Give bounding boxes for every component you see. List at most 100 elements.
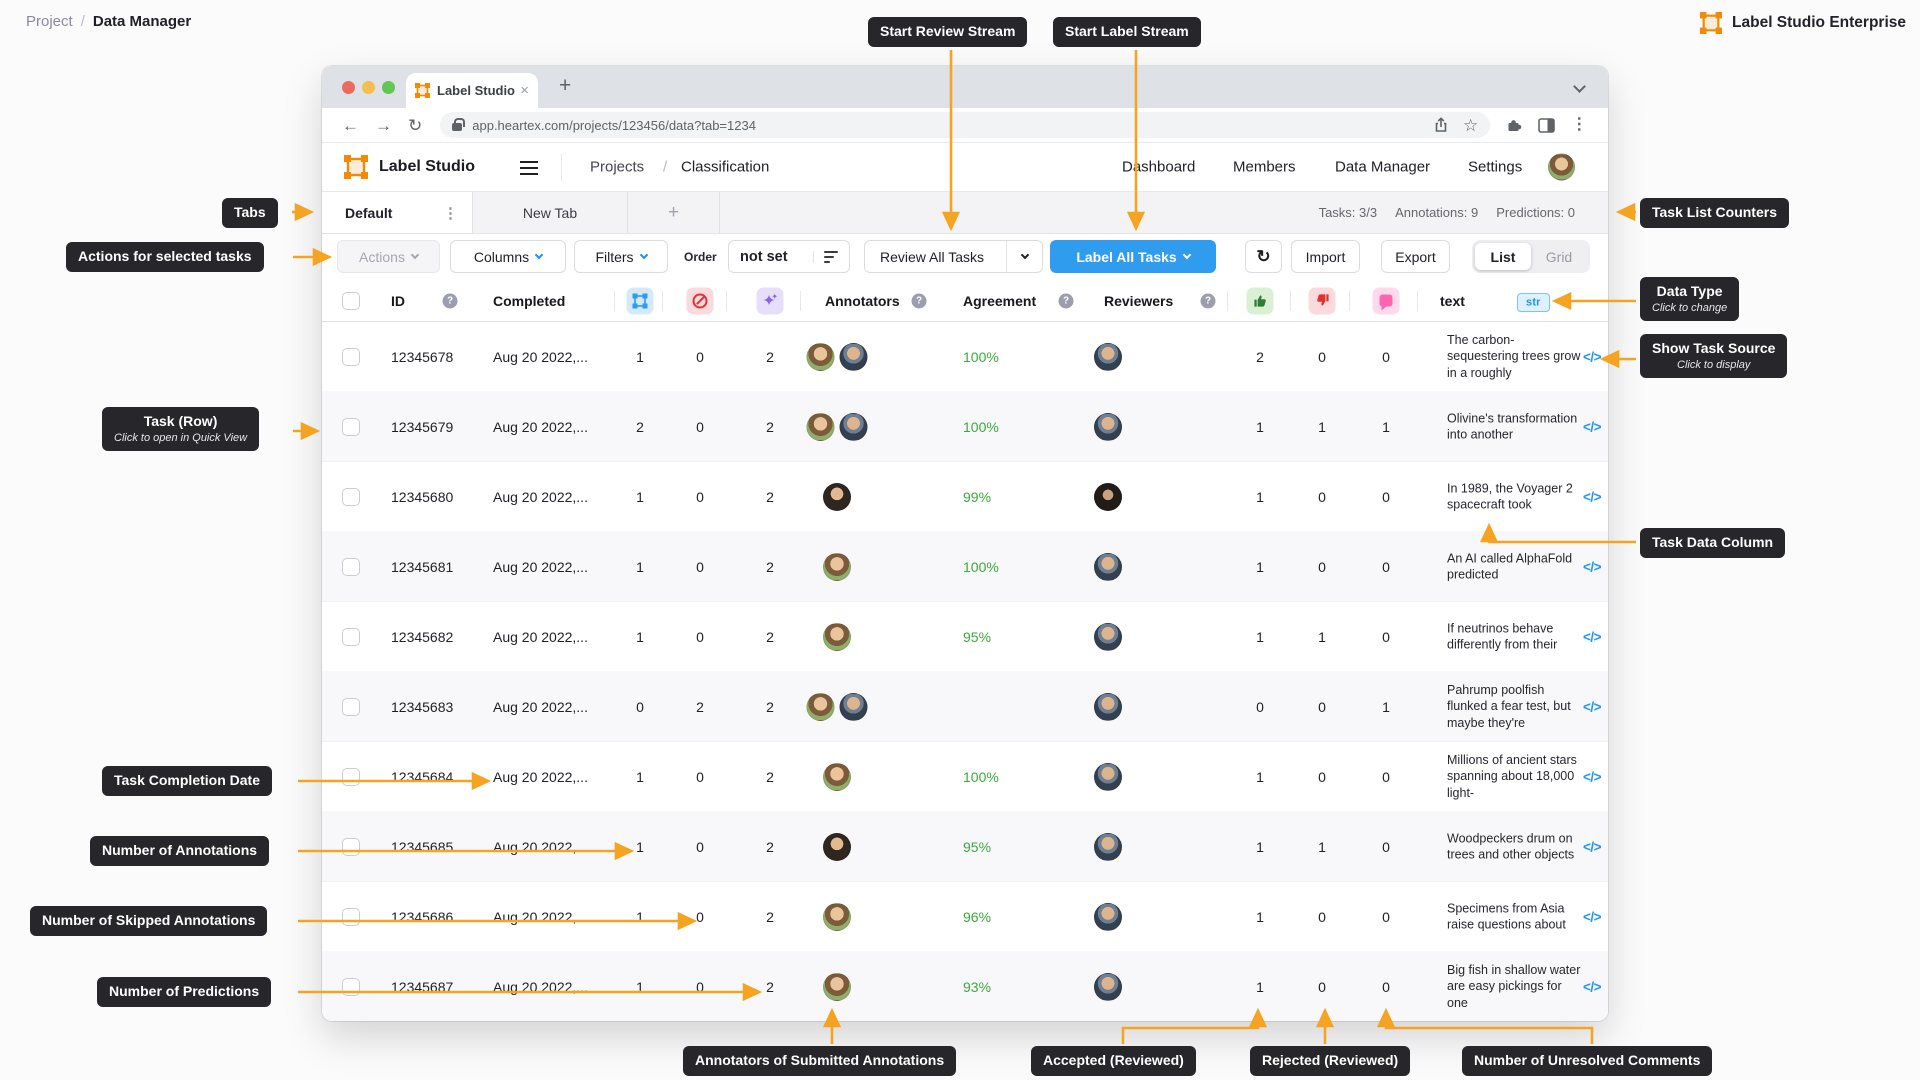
source-code-icon[interactable]: </> xyxy=(1583,699,1601,714)
table-row[interactable]: 12345681Aug 20 2022,...102100%100An AI c… xyxy=(322,532,1608,602)
row-checkbox[interactable] xyxy=(342,488,360,506)
column-agreement[interactable]: Agreement xyxy=(963,293,1036,309)
predictions-column-icon[interactable] xyxy=(757,287,784,314)
column-reviewers[interactable]: Reviewers xyxy=(1104,293,1173,309)
browser-tab[interactable]: Label Studio × xyxy=(406,73,538,108)
annotations-column-icon[interactable] xyxy=(627,287,654,314)
row-checkbox[interactable] xyxy=(342,838,360,856)
reload-icon[interactable]: ↻ xyxy=(408,117,422,134)
data-type-badge[interactable]: str xyxy=(1517,293,1550,309)
agreement-help-icon[interactable]: ? xyxy=(1059,293,1074,308)
grid-view-button[interactable]: Grid xyxy=(1531,243,1587,270)
back-icon[interactable]: ← xyxy=(342,117,359,134)
table-row[interactable]: 12345680Aug 20 2022,...10299%100In 1989,… xyxy=(322,462,1608,532)
export-button[interactable]: Export xyxy=(1381,240,1450,273)
nav-dashboard[interactable]: Dashboard xyxy=(1122,159,1195,176)
window-close-button[interactable] xyxy=(342,81,355,94)
add-tab-button[interactable]: + xyxy=(628,192,720,233)
label-all-tasks-label: Label All Tasks xyxy=(1076,249,1176,265)
reviewer-avatars xyxy=(1094,553,1122,581)
row-checkbox[interactable] xyxy=(342,348,360,366)
address-bar[interactable]: app.heartex.com/projects/123456/data?tab… xyxy=(440,112,1490,138)
source-code-icon[interactable]: </> xyxy=(1583,769,1601,784)
row-checkbox[interactable] xyxy=(342,558,360,576)
app-logo-icon[interactable] xyxy=(344,155,368,179)
nav-data-manager[interactable]: Data Manager xyxy=(1335,159,1430,176)
tab-default[interactable]: Default ⋮ xyxy=(322,192,473,233)
annotations-counter: Annotations: 9 xyxy=(1395,205,1478,220)
row-checkbox[interactable] xyxy=(342,768,360,786)
table-row[interactable]: 12345678Aug 20 2022,...102100%200The car… xyxy=(322,322,1608,392)
table-row[interactable]: 12345685Aug 20 2022,...10295%110Woodpeck… xyxy=(322,812,1608,882)
nav-settings[interactable]: Settings xyxy=(1468,159,1522,176)
tab-options-icon[interactable]: ⋮ xyxy=(443,204,458,222)
id-help-icon[interactable]: ? xyxy=(443,293,458,308)
app-breadcrumb-projects[interactable]: Projects xyxy=(590,159,644,176)
source-code-icon[interactable]: </> xyxy=(1583,909,1601,924)
window-minimize-button[interactable] xyxy=(362,81,375,94)
tab-new-tab[interactable]: New Tab xyxy=(473,192,628,233)
row-checkbox[interactable] xyxy=(342,908,360,926)
annotators-help-icon[interactable]: ? xyxy=(912,293,927,308)
nav-members[interactable]: Members xyxy=(1233,159,1296,176)
source-code-icon[interactable]: </> xyxy=(1583,979,1601,994)
column-completed[interactable]: Completed xyxy=(493,293,565,309)
list-view-button[interactable]: List xyxy=(1475,243,1531,270)
skipped-column-icon[interactable] xyxy=(687,287,714,314)
table-row[interactable]: 12345684Aug 20 2022,...102100%100Million… xyxy=(322,742,1608,812)
table-row[interactable]: 12345683Aug 20 2022,...022001Pahrump poo… xyxy=(322,672,1608,742)
columns-button[interactable]: Columns xyxy=(450,240,566,273)
source-code-icon[interactable]: </> xyxy=(1583,489,1601,504)
reviewers-help-icon[interactable]: ? xyxy=(1201,293,1216,308)
accepted-column-icon[interactable] xyxy=(1247,287,1274,314)
reviewer-avatars xyxy=(1094,763,1122,791)
source-code-icon[interactable]: </> xyxy=(1583,419,1601,434)
column-annotators[interactable]: Annotators xyxy=(825,293,900,309)
row-checkbox[interactable] xyxy=(342,698,360,716)
side-panel-icon[interactable] xyxy=(1538,118,1555,133)
row-checkbox[interactable] xyxy=(342,628,360,646)
new-tab-icon[interactable]: + xyxy=(559,74,571,98)
table-row[interactable]: 12345687Aug 20 2022,...10293%100Big fish… xyxy=(322,952,1608,1021)
review-all-tasks-button[interactable]: Review All Tasks xyxy=(864,240,1043,273)
bookmark-star-icon[interactable]: ☆ xyxy=(1463,117,1478,134)
data-manager-toolbar: Actions Columns Filters Order not set Re… xyxy=(322,234,1608,280)
share-icon[interactable] xyxy=(1433,117,1449,133)
accepted-count: 1 xyxy=(1256,559,1264,575)
forward-icon[interactable]: → xyxy=(375,117,392,134)
table-row[interactable]: 12345686Aug 20 2022,...10296%100Specimen… xyxy=(322,882,1608,952)
rejected-column-icon[interactable] xyxy=(1309,287,1336,314)
annotator-avatars xyxy=(823,483,851,511)
actions-button[interactable]: Actions xyxy=(337,240,440,273)
app-title: Label Studio xyxy=(379,158,475,176)
table-row[interactable]: 12345682Aug 20 2022,...10295%110If neutr… xyxy=(322,602,1608,672)
view-tabs-strip: Default ⋮ New Tab + Tasks: 3/3 Annotatio… xyxy=(322,192,1608,234)
table-row[interactable]: 12345679Aug 20 2022,...202100%111Olivine… xyxy=(322,392,1608,462)
breadcrumb-project[interactable]: Project xyxy=(26,13,73,30)
source-code-icon[interactable]: </> xyxy=(1583,349,1601,364)
extensions-icon[interactable] xyxy=(1506,117,1522,133)
label-all-tasks-button[interactable]: Label All Tasks xyxy=(1050,240,1216,273)
tab-close-icon[interactable]: × xyxy=(520,83,529,98)
select-all-checkbox[interactable] xyxy=(342,292,360,310)
url-text[interactable]: app.heartex.com/projects/123456/data?tab… xyxy=(472,118,1419,133)
window-zoom-button[interactable] xyxy=(382,81,395,94)
refresh-button[interactable]: ↻ xyxy=(1245,240,1282,273)
import-button[interactable]: Import xyxy=(1291,240,1360,273)
order-button[interactable]: not set xyxy=(728,240,850,273)
filters-button[interactable]: Filters xyxy=(574,240,668,273)
review-dropdown-chevron-icon[interactable] xyxy=(1006,241,1042,272)
browser-menu-icon[interactable]: ⋮ xyxy=(1571,117,1587,133)
source-code-icon[interactable]: </> xyxy=(1583,559,1601,574)
hamburger-menu-icon[interactable] xyxy=(520,167,538,169)
user-avatar[interactable] xyxy=(1548,154,1575,181)
accepted-count: 1 xyxy=(1256,629,1264,645)
row-checkbox[interactable] xyxy=(342,978,360,996)
column-text[interactable]: text xyxy=(1440,293,1465,309)
column-id[interactable]: ID xyxy=(391,293,405,309)
source-code-icon[interactable]: </> xyxy=(1583,629,1601,644)
source-code-icon[interactable]: </> xyxy=(1583,839,1601,854)
comments-column-icon[interactable] xyxy=(1373,287,1400,314)
tab-search-chevron-icon[interactable] xyxy=(1573,80,1586,93)
row-checkbox[interactable] xyxy=(342,418,360,436)
